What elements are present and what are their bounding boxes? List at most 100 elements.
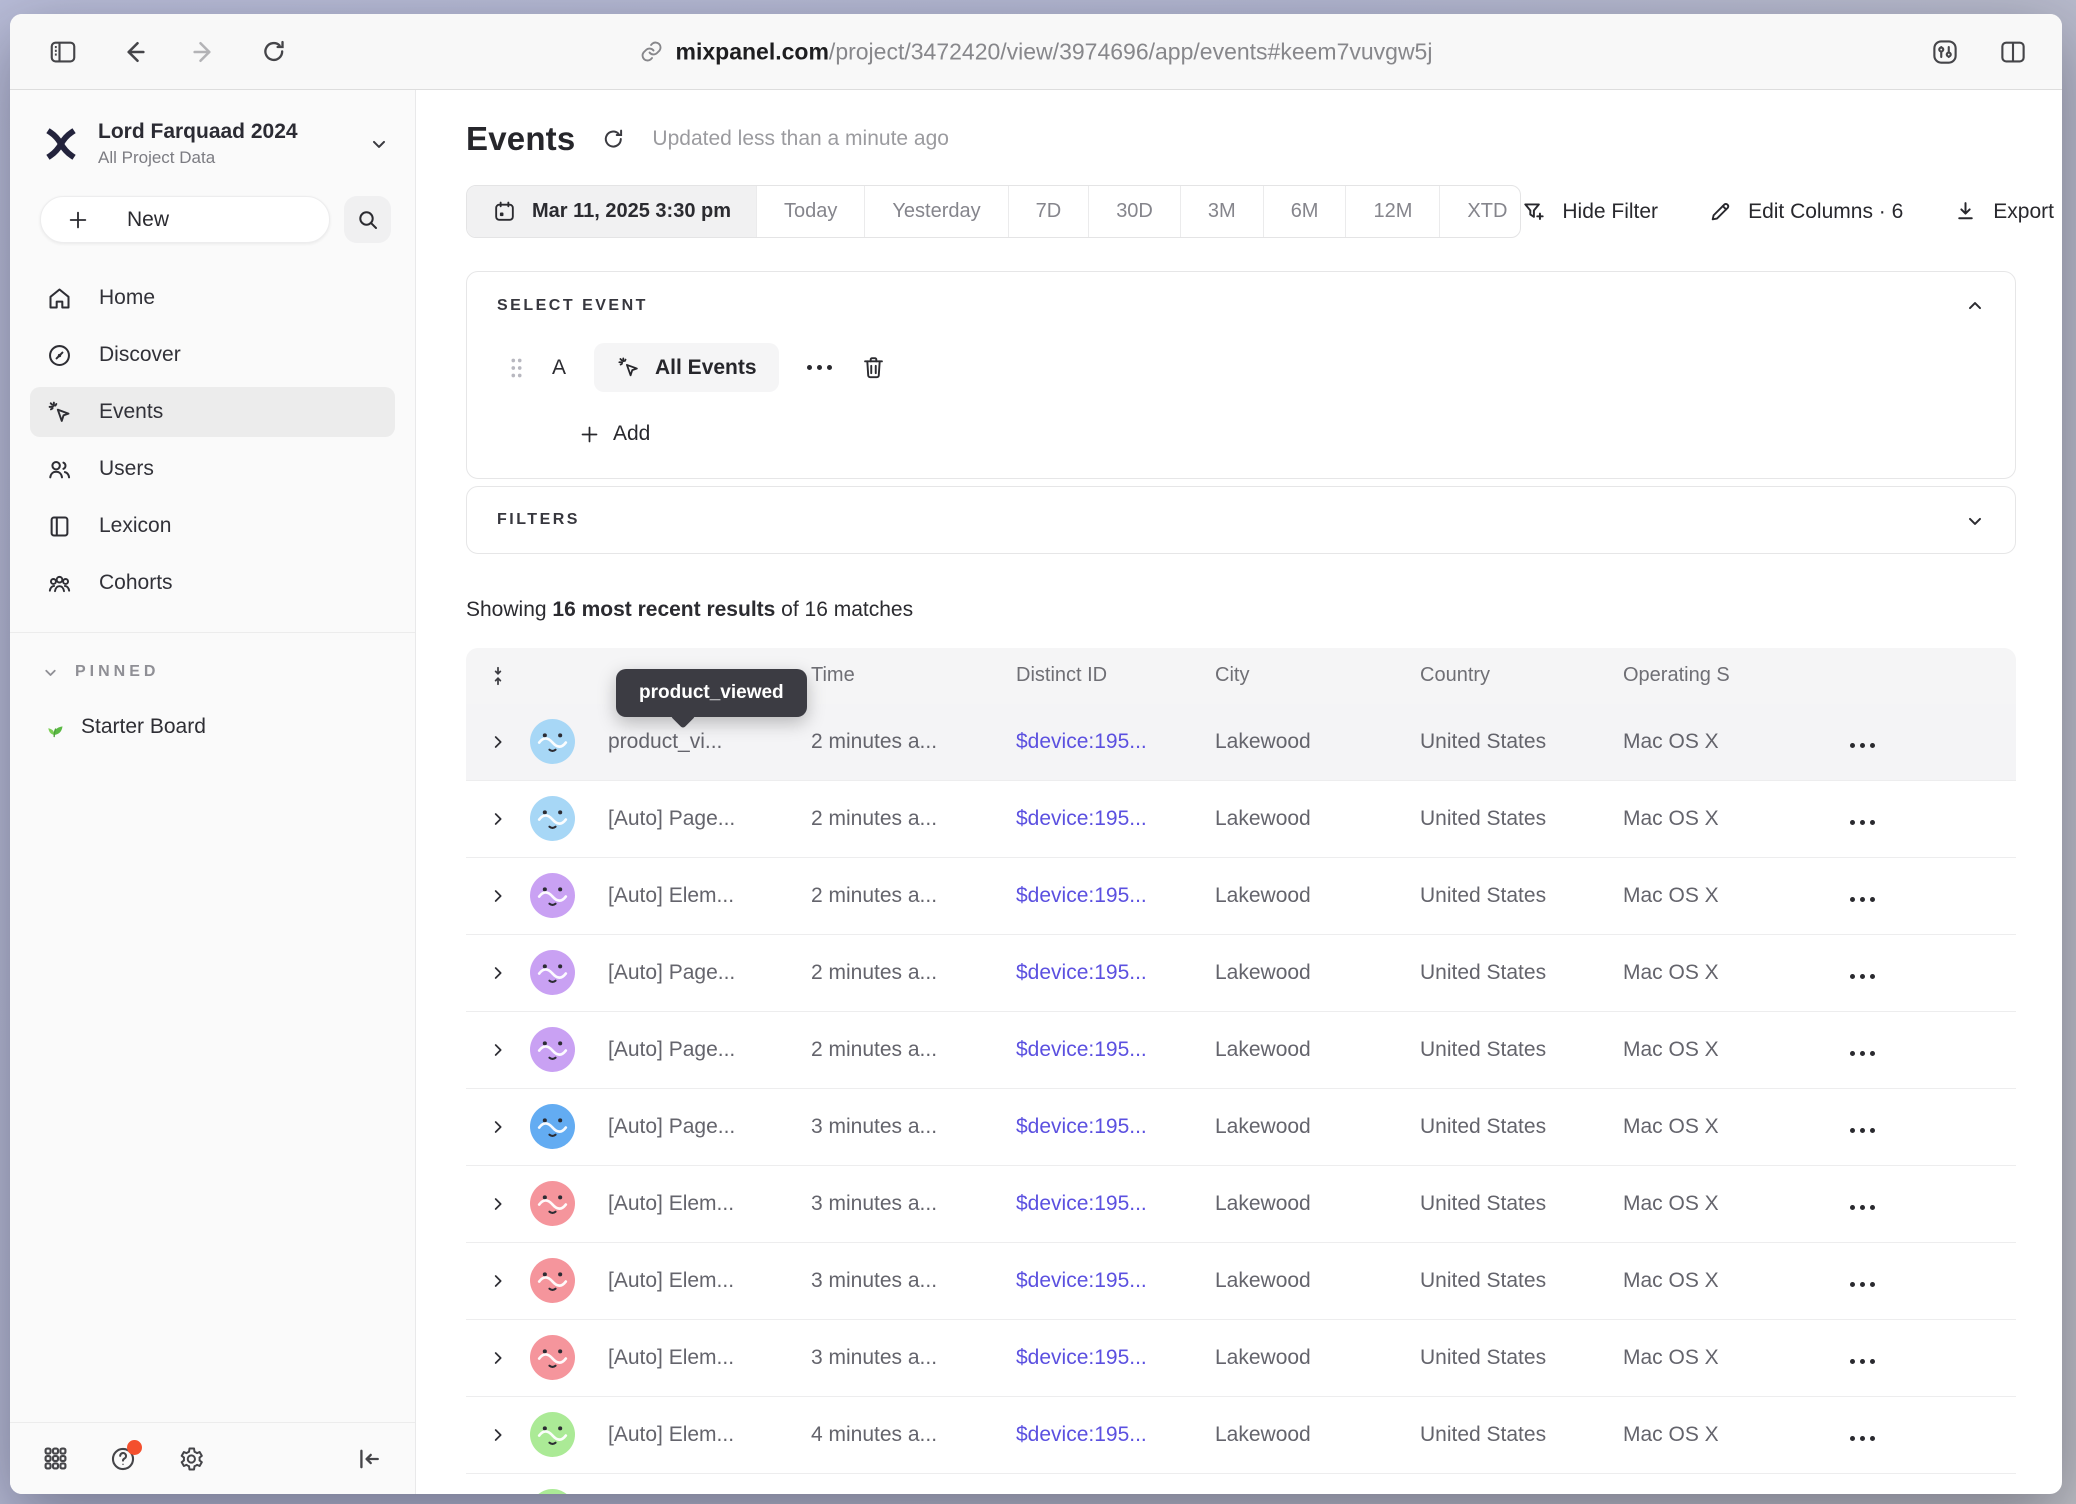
date-range-option[interactable]: 7D [1008,186,1089,237]
collapse-all-icon[interactable] [466,665,530,687]
event-avatar [530,1027,608,1072]
column-header-city[interactable]: City [1215,664,1420,687]
search-button[interactable] [344,196,391,243]
column-header-country[interactable]: Country [1420,664,1623,687]
add-event-button[interactable]: Add [579,422,650,446]
date-range-option[interactable]: 6M [1263,186,1346,237]
settings-gear-icon[interactable] [177,1445,205,1473]
date-range-option-xtd[interactable]: XTD [1439,186,1521,237]
cell-distinct-id-link[interactable]: $device:195... [1016,807,1215,831]
expand-row-icon[interactable] [466,965,530,981]
cell-time: 3 minutes a... [811,1346,1016,1370]
event-avatar [530,1412,608,1457]
users-icon [46,456,73,483]
reload-icon[interactable] [260,38,288,66]
date-picker[interactable]: Mar 11, 2025 3:30 pm [467,186,756,237]
row-more-options-icon[interactable] [1828,1269,2016,1293]
sidebar-item-home[interactable]: Home [30,273,395,323]
cell-distinct-id-link[interactable]: $device:195... [1016,730,1215,754]
pinned-section-toggle[interactable]: PINNED [42,663,415,681]
apps-grid-icon[interactable] [42,1445,69,1472]
cell-distinct-id-link[interactable]: $device:195... [1016,961,1215,985]
date-range-option[interactable]: 30D [1088,186,1180,237]
cell-time: 3 minutes a... [811,1269,1016,1293]
table-row[interactable]: [Auto] Elem... 3 minutes a... $device:19… [466,1243,2016,1320]
cell-distinct-id-link[interactable]: $device:195... [1016,1192,1215,1216]
cell-distinct-id-link[interactable]: $device:195... [1016,1038,1215,1062]
filters-heading: FILTERS [497,511,1985,529]
row-more-options-icon[interactable] [1828,730,2016,754]
date-range-label: Today [784,200,837,223]
drag-handle-icon[interactable] [509,356,524,380]
date-range-option[interactable]: 3M [1180,186,1263,237]
browser-sidebar-toggle-icon[interactable] [48,37,78,67]
cell-distinct-id-link[interactable]: $device:195... [1016,1115,1215,1139]
edit-columns-button[interactable]: Edit Columns · 6 [1708,199,1903,224]
collapse-sidebar-icon[interactable] [355,1445,383,1473]
chevron-down-icon [42,664,59,681]
table-body: product_vi... 2 minutes a... $device:195… [466,704,2016,1495]
new-button[interactable]: New [40,196,330,243]
expand-row-icon[interactable] [466,811,530,827]
project-switcher[interactable]: Lord Farquaad 2024 All Project Data [42,120,389,168]
chevron-up-icon[interactable] [1965,296,1985,316]
sidebar-item-events[interactable]: Events [30,387,395,437]
expand-row-icon[interactable] [466,1427,530,1443]
table-row[interactable] [466,1474,2016,1495]
sidebar-item-cohorts[interactable]: Cohorts [30,558,395,608]
sidebar-item-discover[interactable]: Discover [30,330,395,380]
table-row[interactable]: [Auto] Page... 2 minutes a... $device:19… [466,781,2016,858]
hide-filter-button[interactable]: Hide Filter [1521,199,1658,225]
row-more-options-icon[interactable] [1828,1423,2016,1447]
back-icon[interactable] [120,38,148,66]
expand-row-icon[interactable] [466,1042,530,1058]
cell-time: 3 minutes a... [811,1192,1016,1216]
row-more-options-icon[interactable] [1828,1038,2016,1062]
expand-row-icon[interactable] [466,888,530,904]
sidebar-item-users[interactable]: Users [30,444,395,494]
table-row[interactable]: [Auto] Elem... 3 minutes a... $device:19… [466,1166,2016,1243]
table-row[interactable]: [Auto] Page... 2 minutes a... $device:19… [466,1012,2016,1089]
mixpanel-logo-icon [42,127,80,161]
expand-row-icon[interactable] [466,734,530,750]
table-row[interactable]: [Auto] Page... 2 minutes a... $device:19… [466,935,2016,1012]
cell-distinct-id-link[interactable]: $device:195... [1016,884,1215,908]
table-row[interactable]: [Auto] Elem... 4 minutes a... $device:19… [466,1397,2016,1474]
url-bar[interactable]: mixpanel.com/project/3472420/view/397469… [640,38,1433,65]
column-header-os[interactable]: Operating S [1623,664,1828,687]
export-button[interactable]: Export [1953,199,2054,224]
row-more-options-icon[interactable] [1828,807,2016,831]
trash-icon[interactable] [860,354,887,381]
row-more-options-icon[interactable] [1828,884,2016,908]
row-more-options-icon[interactable] [1828,1346,2016,1370]
date-range-option[interactable]: 12M [1345,186,1439,237]
expand-row-icon[interactable] [466,1119,530,1135]
table-row[interactable]: [Auto] Page... 3 minutes a... $device:19… [466,1089,2016,1166]
split-view-icon[interactable] [1998,37,2028,67]
event-more-options-icon[interactable] [807,365,832,370]
column-header-time[interactable]: Time [811,664,1016,687]
column-header-distinct-id[interactable]: Distinct ID [1016,664,1215,687]
chevron-down-icon[interactable] [1965,511,1985,531]
date-range-option[interactable]: Yesterday [864,186,1007,237]
table-row[interactable]: [Auto] Elem... 3 minutes a... $device:19… [466,1320,2016,1397]
cell-distinct-id-link[interactable]: $device:195... [1016,1346,1215,1370]
sidebar-item-lexicon[interactable]: Lexicon [30,501,395,551]
date-range-option[interactable]: Today [756,186,864,237]
refresh-icon[interactable] [601,127,626,152]
cell-distinct-id-link[interactable]: $device:195... [1016,1423,1215,1447]
event-selector[interactable]: All Events [594,343,779,392]
table-row[interactable]: [Auto] Elem... 2 minutes a... $device:19… [466,858,2016,935]
forward-icon[interactable] [190,38,218,66]
expand-row-icon[interactable] [466,1350,530,1366]
cell-country: United States [1420,961,1623,985]
row-more-options-icon[interactable] [1828,1115,2016,1139]
row-more-options-icon[interactable] [1828,1192,2016,1216]
page-settings-icon[interactable] [1930,37,1960,67]
expand-row-icon[interactable] [466,1196,530,1212]
sidebar-item-starter-board[interactable]: Starter Board [42,715,415,739]
event-avatar [530,796,608,841]
row-more-options-icon[interactable] [1828,961,2016,985]
cell-distinct-id-link[interactable]: $device:195... [1016,1269,1215,1293]
expand-row-icon[interactable] [466,1273,530,1289]
